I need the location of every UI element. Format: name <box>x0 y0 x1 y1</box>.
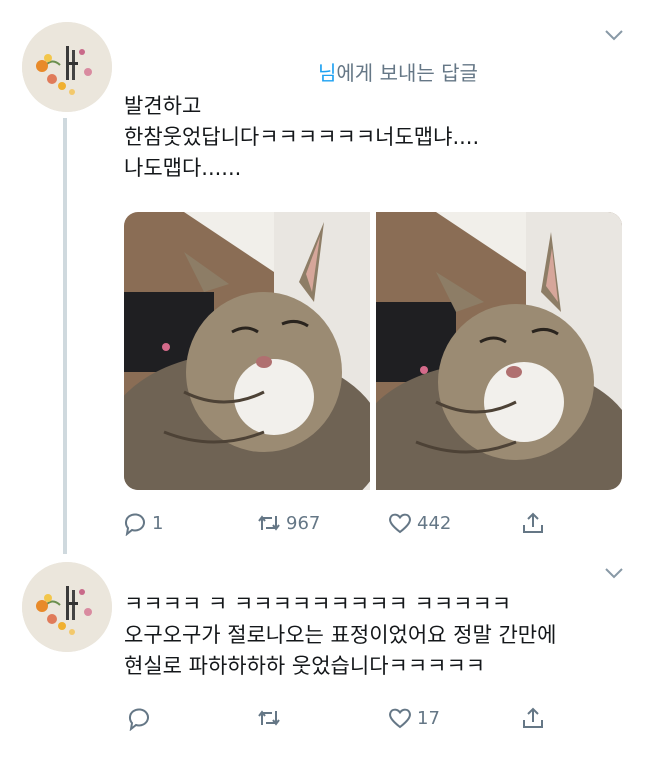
tweet-photo-2[interactable] <box>376 212 622 490</box>
reply-button[interactable]: 1 <box>122 510 163 536</box>
reply-icon <box>128 708 149 731</box>
like-icon <box>389 513 411 534</box>
tweet-text: 발견하고 한참웃었답니다ㅋㅋㅋㅋㅋㅋ너도맵냐.... 나도맵다...... <box>124 94 480 180</box>
retweet-button[interactable]: 967 <box>256 510 320 536</box>
like-button[interactable]: 442 <box>387 510 451 536</box>
like-button[interactable]: 17 <box>387 705 440 731</box>
share-icon <box>523 512 543 533</box>
retweet-count: 967 <box>286 512 321 534</box>
reply-button[interactable] <box>126 705 156 731</box>
like-icon <box>389 708 411 729</box>
thread-line <box>63 118 67 554</box>
avatar[interactable] <box>22 22 112 112</box>
like-count: 442 <box>417 512 452 534</box>
retweet-icon <box>258 515 280 531</box>
like-count: 17 <box>417 707 440 729</box>
reply-icon <box>124 513 145 536</box>
retweet-icon <box>258 710 280 726</box>
reply-context-label: 에게 보내는 답글 <box>336 61 478 85</box>
share-button[interactable] <box>520 705 546 731</box>
reply-context: 님에게 보내는 답글 <box>318 57 478 86</box>
tweet-photo-1[interactable] <box>124 212 370 490</box>
caret-down-icon[interactable] <box>603 28 625 42</box>
tweet-text: ㅋㅋㅋㅋ ㅋ ㅋㅋㅋㅋㅋㅋㅋㅋㅋ ㅋㅋㅋㅋㅋ 오구오구가 절로나오는 표정이었어… <box>124 592 557 678</box>
reply-user-link[interactable]: 님 <box>318 61 336 85</box>
share-icon <box>523 707 543 728</box>
retweet-button[interactable] <box>256 705 286 731</box>
share-button[interactable] <box>520 510 546 536</box>
caret-down-icon[interactable] <box>603 566 625 580</box>
avatar[interactable] <box>22 562 112 652</box>
reply-count: 1 <box>152 512 164 534</box>
